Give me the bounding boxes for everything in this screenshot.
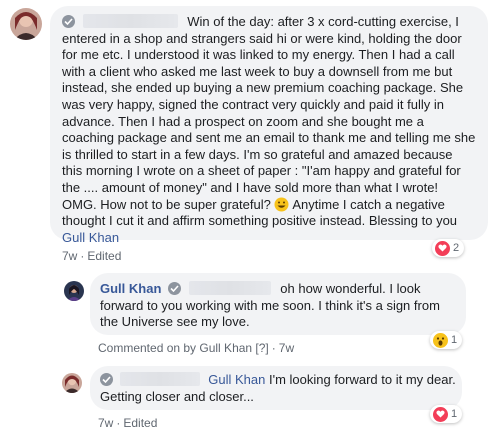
- redacted-name: [82, 14, 178, 28]
- commenter-avatar[interactable]: [10, 8, 42, 40]
- reply-author-avatar[interactable]: [64, 281, 84, 301]
- redacted-name: [119, 372, 200, 386]
- love-reaction-icon: [433, 406, 448, 422]
- comment-time[interactable]: 7w: [62, 249, 77, 263]
- reaction-count: 2: [453, 242, 460, 254]
- reply-time[interactable]: 7w: [98, 416, 113, 430]
- comment-meta: 7w · Edited: [62, 249, 121, 263]
- reaction-count: 1: [451, 334, 458, 346]
- reply-author-name[interactable]: Gull Khan: [100, 281, 161, 296]
- avatar-photo: [64, 281, 84, 301]
- comment-text: Win of the day: after 3 x cord-cutting e…: [62, 14, 476, 212]
- verified-badge-icon: [168, 282, 182, 295]
- commented-on-label[interactable]: Commented on by Gull Khan [?]: [98, 341, 269, 355]
- verified-badge-icon: [62, 15, 75, 28]
- reply-author-avatar[interactable]: [62, 373, 82, 393]
- mention-link[interactable]: Gull Khan: [62, 230, 119, 245]
- reply-body: Gull Khan I'm looking forward to it my d…: [100, 372, 456, 405]
- love-reaction-icon: [435, 240, 450, 256]
- edited-label[interactable]: Edited: [123, 416, 157, 430]
- wow-reaction-icon: [433, 332, 448, 348]
- avatar-photo: [62, 373, 82, 393]
- comment-body: Win of the day: after 3 x cord-cutting e…: [62, 14, 476, 246]
- reply-meta: Commented on by Gull Khan [?] · 7w: [98, 341, 294, 355]
- verified-badge-icon: [100, 373, 113, 386]
- reaction-summary[interactable]: 1: [430, 331, 463, 349]
- avatar-photo: [10, 8, 42, 40]
- meta-separator: ·: [116, 416, 121, 430]
- reply-body: Gull Khan oh how wonderful. I look forwa…: [100, 281, 458, 331]
- reaction-summary[interactable]: 1: [430, 405, 463, 423]
- meta-separator: ·: [271, 341, 276, 355]
- comment-bubble: Win of the day: after 3 x cord-cutting e…: [50, 6, 488, 245]
- reply-bubble: Gull Khan I'm looking forward to it my d…: [90, 366, 462, 410]
- redacted-name: [188, 281, 271, 295]
- grinning-emoji-icon: [274, 197, 289, 212]
- edited-label[interactable]: Edited: [87, 249, 121, 263]
- reply-meta: 7w · Edited: [98, 416, 157, 430]
- reaction-count: 1: [451, 408, 458, 420]
- reaction-summary[interactable]: 2: [432, 239, 465, 257]
- reply-time[interactable]: 7w: [279, 341, 294, 355]
- meta-separator: ·: [80, 249, 85, 263]
- mention-link[interactable]: Gull Khan: [208, 372, 265, 387]
- reply-bubble: Gull Khan oh how wonderful. I look forwa…: [90, 273, 466, 335]
